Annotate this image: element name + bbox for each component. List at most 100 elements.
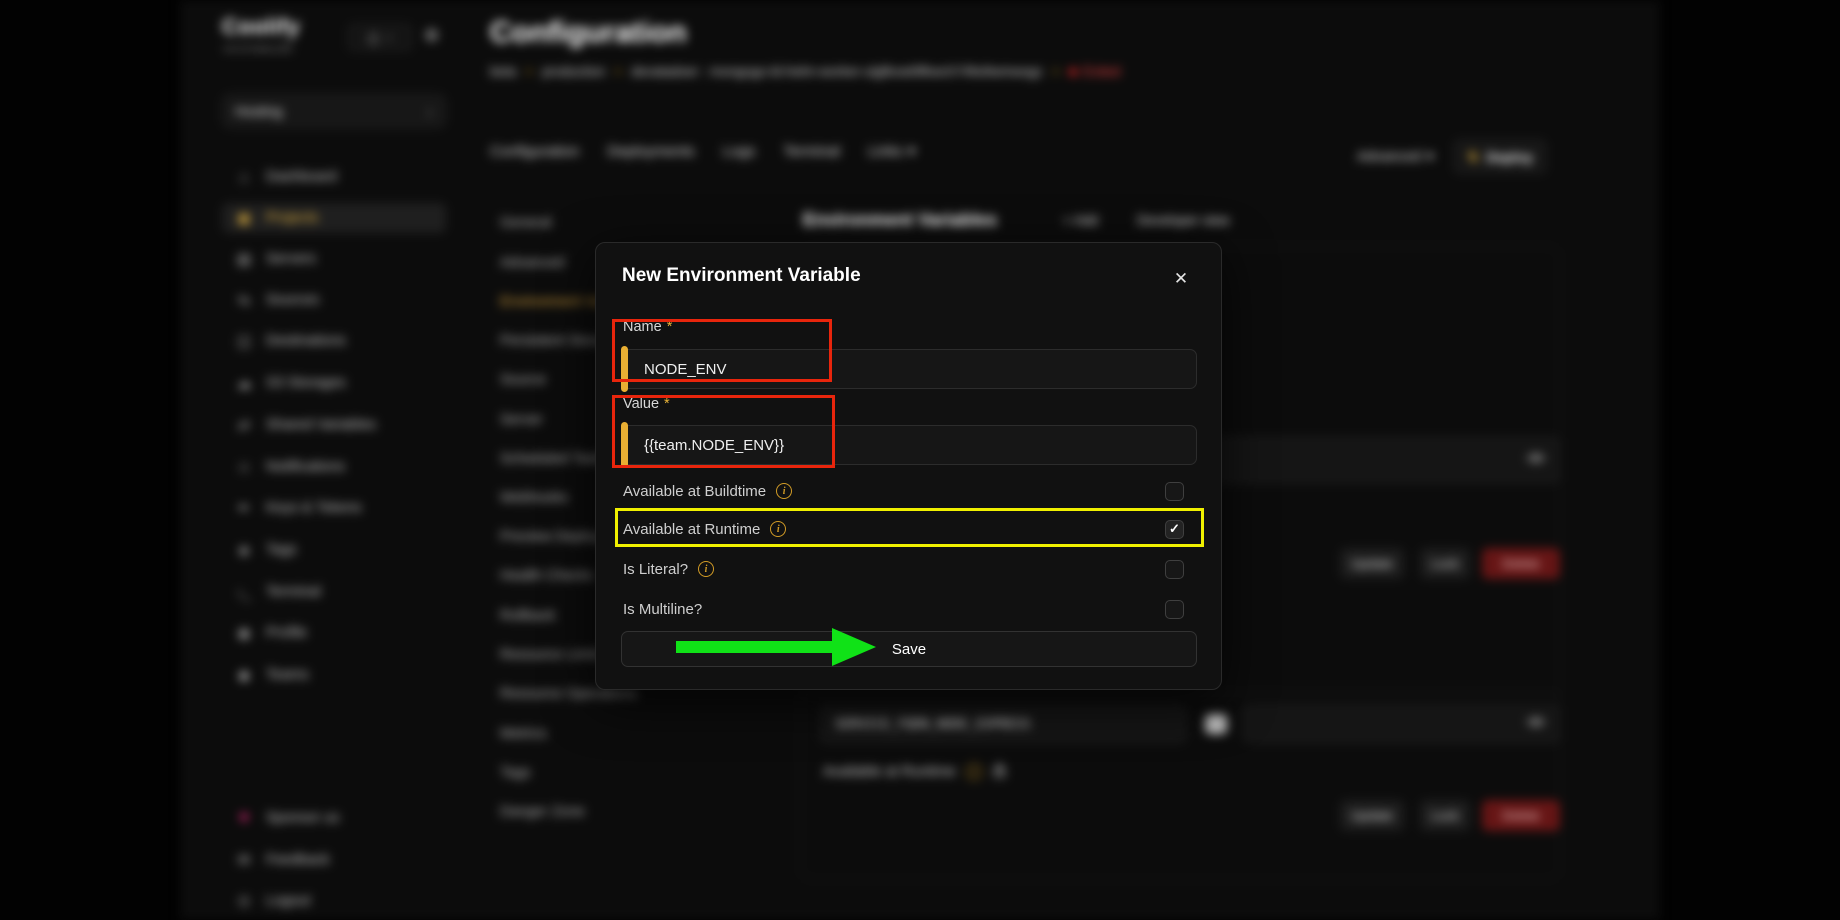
cfg-item-tags[interactable]: Tags [500,761,670,785]
advanced-dropdown[interactable]: Advanced ▾ [1357,149,1434,165]
dashboard-icon: ⌂ [235,169,253,186]
sidebar-item-teams[interactable]: ◆ Teams [222,660,446,690]
eye-icon[interactable] [1527,716,1545,732]
env-name-input[interactable]: SERVICE_FQDN_NODE_EXPRESS [820,705,1186,743]
lock-button[interactable]: Lock [1420,548,1470,579]
name-input[interactable] [621,349,1197,389]
sidebar-item-sources[interactable]: ⇆ Sources [222,285,446,315]
lock-button[interactable]: Lock [1420,800,1470,831]
sidebar-item-sponsor[interactable]: ♥ Sponsor us [222,803,446,833]
info-icon[interactable]: i [770,521,786,537]
sidebar-label: Feedback [266,852,330,868]
sidebar-item-terminal[interactable]: ›_ Terminal [222,577,446,607]
required-asterisk: * [664,396,670,412]
multiline-option-row: Is Multiline? [623,598,1197,620]
page-title: Configuration [490,16,687,50]
env-value-input[interactable] [1243,705,1560,743]
sidebar-item-dashboard[interactable]: ⌂ Dashboard [222,162,446,192]
literal-checkbox[interactable] [1165,560,1184,579]
sidebar-item-logout[interactable]: ⊙ Logout [222,886,446,916]
settings-gear-icon[interactable]: ⚙ [424,26,439,46]
status-text: Exited [1083,64,1121,79]
sidebar-label: Servers [266,251,316,267]
team-selector[interactable]: Hosting ↕ [222,94,446,128]
sidebar-label: Tags [266,542,297,558]
sidebar-label: Logout [266,893,310,909]
lightning-icon: ↯ [1467,148,1480,166]
upgrade-icon[interactable]: ◫ [368,31,379,45]
delete-button[interactable]: Delete [1482,800,1560,831]
sidebar-label: Teams [266,667,309,683]
add-env-var-button[interactable]: + Add [1063,213,1098,228]
s3-storage-icon: ☁ [235,374,253,392]
sidebar-label: Dashboard [266,169,337,185]
info-icon[interactable]: i [776,483,792,499]
runtime-checkbox[interactable]: ✓ [1165,520,1184,539]
sidebar-item-servers[interactable]: ▤ Servers [222,244,446,274]
tab-deployments[interactable]: Deployments [607,143,695,160]
sidebar-item-projects[interactable]: ▣ Projects [222,203,446,233]
value-field-wrap [621,425,1197,465]
multiline-checkbox[interactable] [1165,600,1184,619]
value-label-text: Value [623,396,659,412]
sidebar-label: Terminal [266,584,321,600]
name-label: Name* [623,319,672,335]
info-icon: i [966,764,982,780]
sidebar-top-icons[interactable]: ◫ ◔ [348,24,412,51]
sidebar-label: Shared Variables [266,417,376,433]
multiline-label: Is Multiline? [623,601,702,618]
breadcrumb-project[interactable]: beta [490,64,516,79]
sidebar-item-profile[interactable]: ◉ Profile [222,618,446,648]
close-icon[interactable]: ✕ [1169,267,1193,291]
status-badge: Exited [1069,64,1121,79]
tab-configuration[interactable]: Configuration [490,143,579,160]
logout-icon: ⊙ [235,892,253,910]
coolify-app: Coolify v4.0.0-beta.420 ◫ ◔ ⚙ Hosting ↕ … [0,0,1840,920]
delete-button[interactable]: Delete [1482,548,1560,579]
copy-icon[interactable] [1205,714,1227,734]
update-button[interactable]: Update [1340,800,1404,831]
buildtime-option-row: Available at Buildtime i [623,480,1197,502]
cfg-item-danger-zone[interactable]: Danger Zone [500,800,670,824]
tab-logs[interactable]: Logs [723,143,756,160]
team-switch-icon: ↕ [427,104,434,119]
update-button[interactable]: Update [1340,548,1404,579]
buildtime-checkbox[interactable] [1165,482,1184,501]
cfg-item-general[interactable]: General [500,211,670,235]
header-actions: Advanced ▾ ↯ Deploy [1357,140,1546,173]
sidebar-item-tags[interactable]: ◈ Tags [222,535,446,565]
team-name: Hosting [235,103,282,119]
name-label-text: Name [623,319,662,335]
breadcrumb-separator: > [525,64,533,79]
sidebar-item-keys-tokens[interactable]: ✒ Keys & Tokens [222,493,446,523]
deploy-button[interactable]: ↯ Deploy [1454,140,1546,173]
breadcrumb-resource[interactable]: devatadoer : mongogo-ld-helm-worker-ulgf… [631,64,1043,79]
tab-terminal[interactable]: Terminal [783,143,840,160]
resource-tabs: Configuration Deployments Logs Terminal … [490,142,916,160]
tags-icon: ◈ [235,541,253,559]
cfg-item-metrics[interactable]: Metrics [500,722,670,746]
eye-icon[interactable] [1527,452,1545,468]
tab-links[interactable]: Links ▾ [868,142,916,160]
literal-label: Is Literal? [623,561,688,578]
literal-option-row: Is Literal? i [623,558,1197,580]
breadcrumb-separator: > [1052,64,1060,79]
sidebar-item-feedback[interactable]: ✉ Feedback [222,845,446,875]
sidebar-item-notifications[interactable]: ⍾ Notifications [222,452,446,482]
runtime-label: Available at Runtime [623,521,760,538]
advanced-label: Advanced [1357,149,1422,165]
sidebar-item-destinations[interactable]: ◫ Destinations [222,326,446,356]
save-button[interactable]: Save [621,631,1197,667]
breadcrumb-separator: > [614,64,622,79]
sidebar-item-shared-variables[interactable]: ⇄ Shared Variables [222,410,446,440]
app-version: v4.0.0-beta.420 [223,44,293,55]
info-icon[interactable]: i [698,561,714,577]
developer-view-button[interactable]: Developer view [1137,213,1229,228]
sidebar-item-s3-storages[interactable]: ☁ S3 Storages [222,368,446,398]
keys-tokens-icon: ✒ [235,499,253,517]
breadcrumb-environment[interactable]: production [542,64,605,79]
bell-icon[interactable]: ◔ [385,31,392,45]
value-input[interactable] [621,425,1197,465]
modified-accent-bar [621,346,628,392]
sidebar-label: Projects [266,210,318,226]
